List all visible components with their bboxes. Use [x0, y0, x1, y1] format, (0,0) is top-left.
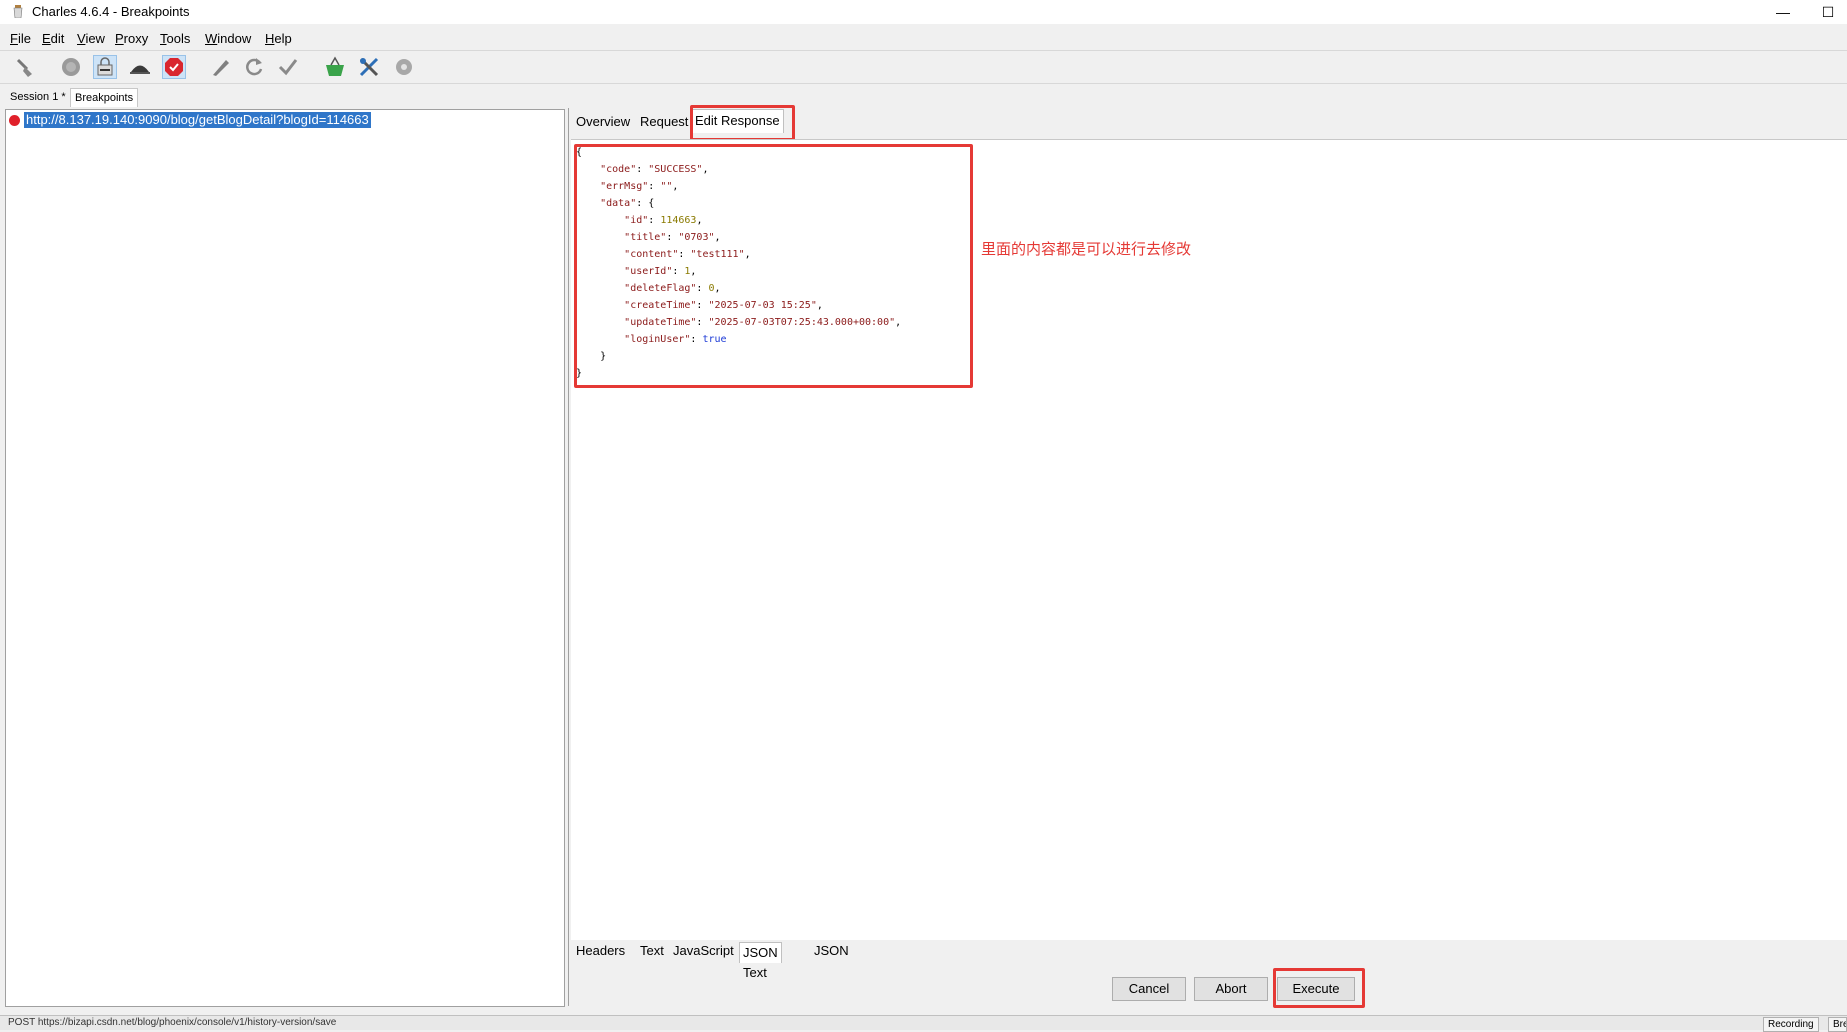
status-bar: POST https://bizapi.csdn.net/blog/phoeni…	[0, 1015, 1847, 1032]
tools-icon[interactable]	[357, 55, 381, 79]
subtab-headers[interactable]: Headers	[573, 941, 628, 961]
title-bar: Charles 4.6.4 - Breakpoints — ☐	[0, 0, 1847, 24]
subtab-javascript[interactable]: JavaScript	[670, 941, 737, 961]
menu-window[interactable]: Window	[205, 31, 251, 46]
tab-breakpoints[interactable]: Breakpoints	[70, 88, 139, 107]
repeat-icon[interactable]	[242, 55, 266, 79]
request-url[interactable]: http://8.137.19.140:9090/blog/getBlogDet…	[24, 112, 371, 128]
subtab-text[interactable]: Text	[637, 941, 667, 961]
annotation-box-execute	[1273, 968, 1365, 1008]
subtab-json[interactable]: JSON	[811, 941, 852, 961]
throttle-icon[interactable]	[128, 55, 152, 79]
tab-request[interactable]: Request	[637, 111, 691, 132]
record-icon[interactable]	[59, 55, 83, 79]
breakpoints-icon[interactable]	[162, 55, 186, 79]
request-list-panel: http://8.137.19.140:9090/blog/getBlogDet…	[5, 109, 565, 1007]
menu-help[interactable]: Help	[265, 31, 292, 46]
minimize-button[interactable]: —	[1768, 2, 1798, 22]
maximize-button[interactable]: ☐	[1813, 2, 1843, 22]
breakpoint-icon	[9, 114, 20, 126]
menu-tools[interactable]: Tools	[160, 31, 190, 46]
broom-icon[interactable]	[12, 55, 36, 79]
settings-icon[interactable]	[392, 55, 416, 79]
menu-proxy[interactable]: Proxy	[115, 31, 148, 46]
request-row[interactable]: http://8.137.19.140:9090/blog/getBlogDet…	[9, 112, 371, 128]
ssl-proxy-icon[interactable]	[93, 55, 117, 79]
menu-file[interactable]: File	[10, 31, 31, 46]
cancel-button[interactable]: Cancel	[1112, 977, 1186, 1001]
annotation-box-json	[574, 144, 973, 388]
window-title: Charles 4.6.4 - Breakpoints	[32, 4, 190, 19]
tab-session-1[interactable]: Session 1 *	[6, 88, 70, 106]
annotation-text: 里面的内容都是可以进行去修改	[981, 241, 1192, 258]
menu-edit[interactable]: Edit	[42, 31, 64, 46]
basket-icon[interactable]	[323, 55, 347, 79]
breakpoints-status-button[interactable]: Bre	[1828, 1017, 1847, 1032]
menu-view[interactable]: View	[77, 31, 105, 46]
validate-icon[interactable]	[276, 55, 300, 79]
toolbar	[0, 51, 1847, 81]
tab-overview[interactable]: Overview	[573, 111, 633, 132]
recording-status-button[interactable]: Recording	[1763, 1017, 1819, 1032]
menu-bar: File Edit View Proxy Tools Window Help	[0, 28, 1847, 50]
subtab-json-text[interactable]: JSON Text	[739, 942, 782, 980]
breakpoint-detail-panel: Overview Request Edit Response { "code":…	[568, 105, 1847, 1008]
toolbar-separator	[0, 83, 1847, 84]
charles-app-icon	[13, 5, 23, 18]
pen-icon[interactable]	[208, 55, 232, 79]
abort-button[interactable]: Abort	[1194, 977, 1268, 1001]
status-text: POST https://bizapi.csdn.net/blog/phoeni…	[8, 1017, 337, 1028]
annotation-box-edit-response	[690, 105, 795, 141]
